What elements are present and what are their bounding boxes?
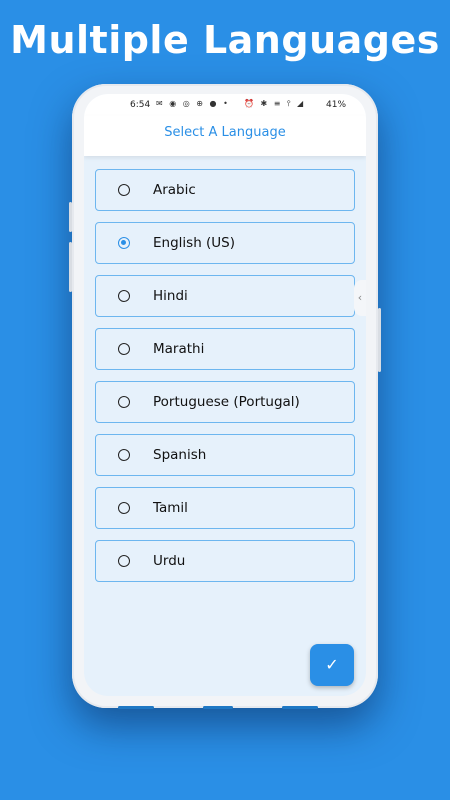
language-label: Hindi xyxy=(153,288,188,304)
language-label: Arabic xyxy=(153,182,196,198)
radio-button-icon[interactable] xyxy=(118,555,130,567)
radio-button-icon[interactable] xyxy=(118,184,130,196)
radio-button-icon[interactable] xyxy=(118,449,130,461)
language-option-arabic[interactable]: Arabic xyxy=(95,169,355,211)
page-title: Select A Language xyxy=(164,125,286,140)
radio-button-icon[interactable] xyxy=(118,290,130,302)
radio-button-icon[interactable] xyxy=(118,343,130,355)
headline: Multiple Languages xyxy=(10,18,440,62)
radio-button-icon[interactable] xyxy=(118,396,130,408)
speaker-grille xyxy=(118,706,154,709)
language-label: Urdu xyxy=(153,553,186,569)
language-option-english-us[interactable]: English (US) xyxy=(95,222,355,264)
notification-icons: ✉ ◉ ◎ ⊕ ● • xyxy=(156,99,230,108)
radio-button-checked-icon[interactable] xyxy=(118,237,130,249)
battery-level: 41% xyxy=(326,100,347,110)
language-label: Spanish xyxy=(153,447,207,463)
confirm-button[interactable]: ✓ xyxy=(310,644,354,686)
status-time: 6:54 xyxy=(130,100,151,110)
language-option-urdu[interactable]: Urdu xyxy=(95,540,355,582)
volume-button xyxy=(69,202,72,232)
language-list: Arabic English (US) Hindi Marathi Portug… xyxy=(95,169,355,593)
edge-panel-handle[interactable]: ‹ xyxy=(354,280,366,316)
language-option-tamil[interactable]: Tamil xyxy=(95,487,355,529)
status-bar: 6:54 ✉ ◉ ◎ ⊕ ● • ⏰ ✱ ≡ ⫯ ◢ 41% xyxy=(84,94,366,116)
app-bar: Select A Language xyxy=(84,116,366,156)
language-label: Tamil xyxy=(153,500,188,516)
chevron-left-icon: ‹ xyxy=(357,291,363,304)
language-label: Marathi xyxy=(153,341,205,357)
language-label: Portuguese (Portugal) xyxy=(153,394,300,410)
system-status-icons: ⏰ ✱ ≡ ⫯ ◢ xyxy=(244,99,306,108)
charging-port xyxy=(203,706,233,709)
phone-frame: 6:54 ✉ ◉ ◎ ⊕ ● • ⏰ ✱ ≡ ⫯ ◢ 41% Select A … xyxy=(69,84,381,708)
volume-button xyxy=(69,242,72,292)
language-label: English (US) xyxy=(153,235,236,251)
language-option-portuguese[interactable]: Portuguese (Portugal) xyxy=(95,381,355,423)
app-screen: 6:54 ✉ ◉ ◎ ⊕ ● • ⏰ ✱ ≡ ⫯ ◢ 41% Select A … xyxy=(84,94,366,696)
language-option-marathi[interactable]: Marathi xyxy=(95,328,355,370)
phone-bottom-edge xyxy=(118,706,318,710)
check-icon: ✓ xyxy=(325,655,339,674)
power-button xyxy=(378,308,381,372)
speaker-grille xyxy=(282,706,318,709)
language-option-spanish[interactable]: Spanish xyxy=(95,434,355,476)
language-option-hindi[interactable]: Hindi xyxy=(95,275,355,317)
radio-button-icon[interactable] xyxy=(118,502,130,514)
